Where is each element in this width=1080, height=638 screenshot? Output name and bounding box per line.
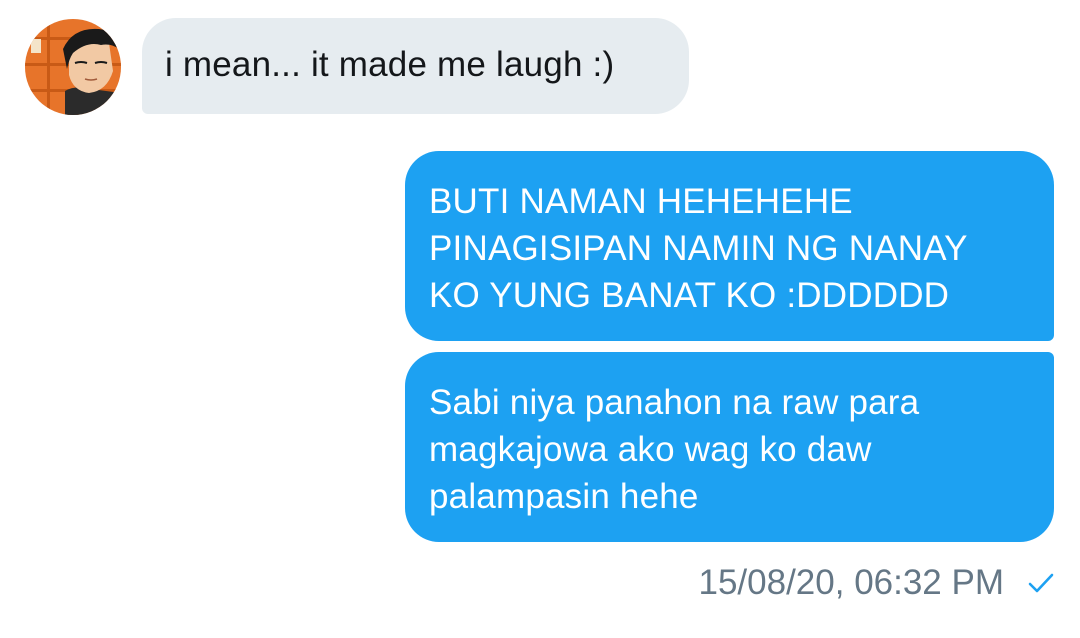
incoming-message[interactable]: i mean... it made me laugh :) bbox=[142, 18, 689, 114]
message-line: KO YUNG BANAT KO :DDDDDD bbox=[429, 276, 950, 315]
message-meta: 15/08/20, 06:32 PM bbox=[699, 559, 1055, 607]
message-line: magkajowa ako wag ko daw bbox=[429, 430, 872, 469]
message-line: PINAGISIPAN NAMIN NG NANAY bbox=[429, 229, 968, 268]
outgoing-message[interactable]: BUTI NAMAN HEHEHEHE PINAGISIPAN NAMIN NG… bbox=[405, 151, 1054, 341]
avatar[interactable] bbox=[25, 19, 121, 115]
checkmark-icon bbox=[1028, 572, 1054, 594]
message-line: palampasin hehe bbox=[429, 477, 699, 516]
message-timestamp: 15/08/20, 06:32 PM bbox=[698, 563, 1005, 602]
outgoing-message[interactable]: Sabi niya panahon na raw para magkajowa … bbox=[405, 352, 1054, 542]
message-line: Sabi niya panahon na raw para bbox=[429, 383, 920, 422]
anime-character-avatar-icon bbox=[25, 19, 121, 115]
incoming-message-text: i mean... it made me laugh :) bbox=[165, 45, 615, 84]
message-line: BUTI NAMAN HEHEHEHE bbox=[429, 182, 853, 221]
